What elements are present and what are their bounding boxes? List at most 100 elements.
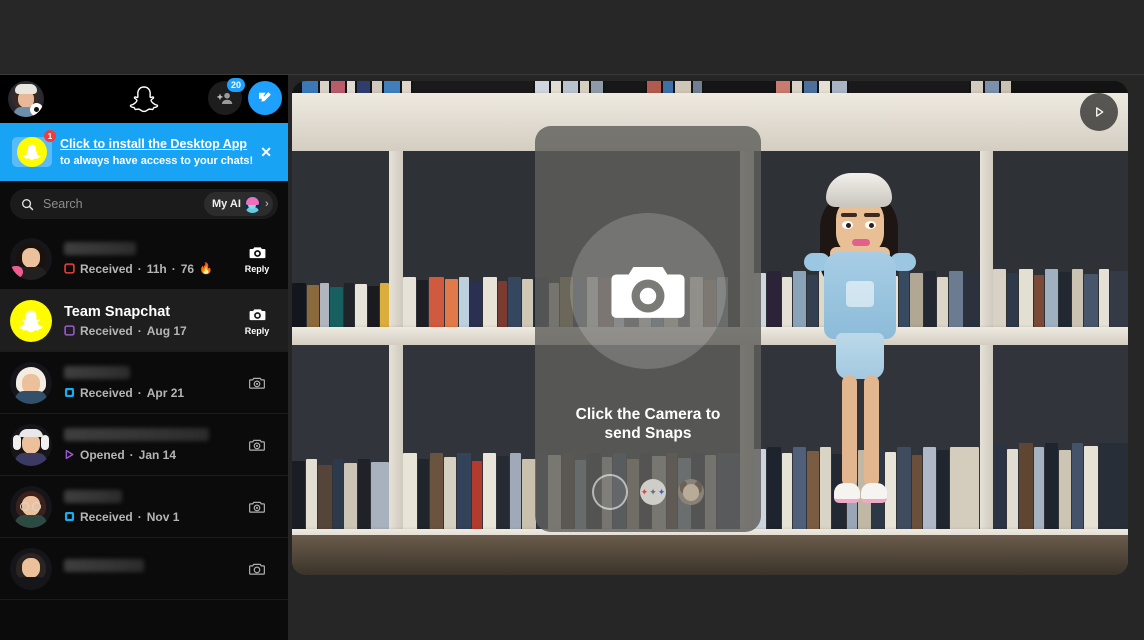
avatar bbox=[10, 547, 52, 590]
camera-icon-large bbox=[611, 266, 685, 318]
contact-name-redacted bbox=[64, 241, 136, 255]
camera-icon-outline bbox=[249, 439, 265, 451]
chat-received-opened-icon bbox=[64, 387, 75, 398]
chat-status-line: Received · 11h · 76 🔥 bbox=[64, 262, 236, 276]
camera-button[interactable] bbox=[236, 436, 278, 454]
chat-list-item[interactable]: Opened · Jan 14 bbox=[0, 414, 288, 476]
books-upper-bay-0 bbox=[292, 283, 389, 327]
bitmoji-leg-left bbox=[842, 375, 857, 487]
chat-received-unopened-icon bbox=[64, 325, 75, 336]
my-ai-button[interactable]: My AI › bbox=[204, 192, 273, 216]
chat-list-item[interactable]: Received · Apr 21 bbox=[0, 352, 288, 414]
chat-list-item[interactable]: Team Snapchat Received · Aug 17 Reply bbox=[0, 290, 288, 352]
chat-status-line: Received · Apr 21 bbox=[64, 386, 236, 400]
chat-timestamp: Nov 1 bbox=[146, 509, 180, 524]
new-chat-icon bbox=[259, 92, 271, 102]
chat-timestamp: Aug 17 bbox=[146, 323, 187, 338]
notification-badge: 1 bbox=[44, 130, 56, 142]
camera-controls: ✦ ✦ ✦ bbox=[535, 474, 761, 510]
bitmoji-shoe-left bbox=[834, 483, 860, 503]
search-bar[interactable]: My AI › bbox=[10, 189, 278, 219]
avatar bbox=[10, 423, 52, 466]
avatar bbox=[10, 485, 52, 528]
ghost-glyph-icon bbox=[23, 144, 41, 161]
lens-carousel-button[interactable]: ✦ ✦ ✦ bbox=[640, 479, 666, 505]
bitmoji-hoodie-graphic bbox=[846, 281, 874, 307]
avatar bbox=[10, 237, 52, 280]
bitmoji-shorts bbox=[836, 333, 884, 379]
fire-emoji: 🔥 bbox=[199, 263, 213, 275]
camera-icon-outline bbox=[249, 501, 265, 513]
profile-avatar-button[interactable] bbox=[8, 81, 44, 117]
snapchat-ghost-icon bbox=[129, 84, 159, 114]
bitmoji-pupil-right bbox=[869, 223, 874, 228]
add-friends-badge: 20 bbox=[226, 78, 245, 92]
shelf-divider-1 bbox=[389, 151, 403, 327]
avatar bbox=[10, 299, 52, 342]
banner-subtitle: to always have access to your chats! bbox=[60, 154, 254, 167]
chat-status-text: Received bbox=[80, 509, 133, 524]
top-books-row bbox=[292, 81, 1128, 93]
status-separator: · bbox=[137, 261, 142, 276]
reply-label: Reply bbox=[244, 264, 270, 274]
search-section: My AI › bbox=[0, 181, 288, 228]
chat-info bbox=[52, 558, 236, 579]
my-ai-avatar bbox=[243, 195, 261, 213]
camera-stage: Click the Camera to send Snaps ✦ ✦ ✦ bbox=[292, 81, 1128, 575]
camera-prompt-card: Click the Camera to send Snaps ✦ ✦ ✦ bbox=[535, 126, 761, 532]
chat-list-item[interactable]: Received · Nov 1 bbox=[0, 476, 288, 538]
camera-icon-filled bbox=[249, 247, 265, 259]
play-button[interactable] bbox=[1080, 93, 1118, 131]
chat-list-item[interactable] bbox=[0, 538, 288, 600]
snap-received-unopened-icon bbox=[64, 263, 75, 274]
banner-text-block: Click to install the Desktop App to alwa… bbox=[54, 136, 254, 169]
chat-status-line: Received · Aug 17 bbox=[64, 324, 236, 338]
reply-camera-button[interactable]: Reply bbox=[236, 243, 278, 274]
snapchat-app-icon: 1 bbox=[10, 130, 56, 172]
lens-dog-button[interactable] bbox=[678, 479, 704, 505]
camera-button[interactable] bbox=[236, 560, 278, 578]
shutter-button[interactable] bbox=[592, 474, 628, 510]
shelf-divider-3 bbox=[980, 151, 993, 327]
bitmoji-leg-right bbox=[864, 375, 879, 487]
avatar-beanie bbox=[15, 84, 37, 94]
window-top-chrome bbox=[0, 0, 1144, 75]
install-desktop-app-banner[interactable]: 1 Click to install the Desktop App to al… bbox=[0, 123, 288, 181]
star-icon-red: ✦ bbox=[640, 486, 649, 497]
play-icon bbox=[1096, 107, 1104, 117]
bitmoji-shoe-right bbox=[861, 483, 887, 503]
chat-info: Received · 11h · 76 🔥 bbox=[52, 241, 236, 276]
streak-count: 76 bbox=[180, 261, 195, 276]
caption-line-2: send Snaps bbox=[604, 425, 692, 442]
sidebar-header: 20 bbox=[0, 75, 288, 123]
chevron-right-icon: › bbox=[264, 198, 269, 210]
snapchat-web-window: 20 1 Click to install the Desktop App to… bbox=[0, 0, 1144, 640]
chat-timestamp: Apr 21 bbox=[146, 385, 185, 400]
settings-gear-icon[interactable] bbox=[30, 103, 43, 116]
chat-sidebar: 20 1 Click to install the Desktop App to… bbox=[0, 75, 288, 640]
bitmoji-avatar bbox=[800, 173, 920, 545]
chat-status-line: Received · Nov 1 bbox=[64, 510, 236, 524]
banner-title[interactable]: Click to install the Desktop App bbox=[60, 136, 254, 153]
bitmoji-brow-left bbox=[841, 213, 857, 217]
status-separator: · bbox=[137, 385, 142, 400]
camera-button[interactable] bbox=[236, 498, 278, 516]
status-separator-2: · bbox=[171, 261, 176, 276]
camera-button[interactable] bbox=[236, 374, 278, 392]
star-icon-grey: ✦ bbox=[649, 486, 657, 497]
dog-face bbox=[683, 484, 699, 501]
search-input[interactable] bbox=[35, 197, 204, 211]
reply-camera-button[interactable]: Reply bbox=[236, 305, 278, 336]
contact-name-redacted bbox=[64, 365, 130, 379]
add-friends-button[interactable]: 20 bbox=[208, 78, 245, 115]
chat-received-opened-icon bbox=[64, 511, 75, 522]
star-icon-blue: ✦ bbox=[657, 486, 666, 497]
camera-capture-button[interactable] bbox=[570, 213, 726, 369]
chat-timestamp: 11h bbox=[146, 261, 167, 276]
chat-status-text: Received bbox=[80, 323, 133, 338]
new-chat-button[interactable] bbox=[248, 81, 282, 115]
my-ai-label: My AI bbox=[212, 198, 241, 210]
chat-list-item[interactable]: Received · 11h · 76 🔥 Reply bbox=[0, 228, 288, 290]
books-lower-bay-0 bbox=[292, 459, 389, 529]
banner-close-icon[interactable]: ✕ bbox=[254, 140, 278, 165]
